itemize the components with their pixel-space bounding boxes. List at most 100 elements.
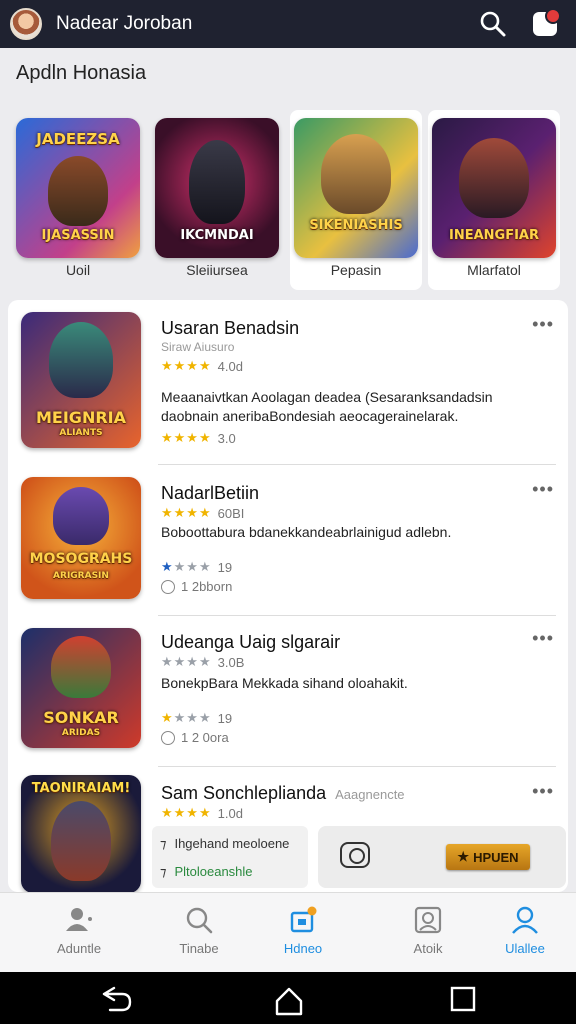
back-icon[interactable] — [100, 986, 132, 1012]
rating-row: ★★★★ 19 — [161, 559, 232, 575]
rating-value: 19 — [217, 559, 233, 575]
star-rating-icon: ★★★★ — [161, 430, 212, 445]
game-artwork: IKCMNDAI — [155, 118, 279, 258]
avatar[interactable] — [10, 8, 42, 40]
star-rating-icon: ★★★★ — [161, 358, 212, 373]
app-icon: TAONIRAIAM! — [21, 775, 141, 892]
home-circle-icon[interactable] — [274, 986, 303, 1016]
divider — [158, 464, 556, 465]
install-label: HPUEN — [473, 849, 519, 865]
rating-row: ★★★★ 1.0d — [161, 805, 243, 821]
app-description: Boboottabura bdanekkandeabrlainigud adle… — [161, 524, 452, 540]
star-rating-icon: ★★★★ — [161, 805, 212, 820]
divider — [158, 766, 556, 767]
options-box: ⁊ Ihgehand meoloene ⁊ Pltoloeanshle — [152, 826, 308, 888]
art-subtitle: ALIANTS — [59, 428, 103, 438]
star-rating-icon: ★★★★ — [161, 654, 212, 669]
art-subtitle: ARIDAS — [61, 728, 101, 738]
nav-item-hdneo[interactable]: Hdneo — [258, 905, 348, 956]
app-name: Usaran Benadsin — [161, 318, 300, 338]
nav-item-aduntle[interactable]: Aduntle — [34, 905, 124, 956]
art-title: TAONIRAIAM! — [31, 781, 131, 796]
rating-value: 3.0B — [217, 654, 245, 670]
featured-item[interactable]: JADEEZSA IJASASSIN Uoil — [12, 110, 144, 290]
bottom-navigation: Aduntle Tinabe Hdneo Atoik Ulallee — [0, 892, 576, 972]
app-list: MEIGNRIA ALIANTS Usaran Benadsin ••• Sir… — [8, 300, 568, 892]
rating-row: ★★★★ 60BI — [161, 505, 244, 521]
rating-value: 19 — [217, 710, 233, 726]
app-description: BonekpBara Mekkada sihand oloahakit. — [161, 675, 408, 691]
option-item[interactable]: ⁊ Ihgehand meoloene — [160, 836, 289, 852]
featured-caption: Uoil — [65, 262, 91, 278]
rating-row: ★★★★ 19 — [161, 710, 232, 726]
nav-label: Ulallee — [505, 941, 545, 956]
nav-label: Tinabe — [179, 941, 219, 956]
rating-value: 60BI — [217, 505, 245, 521]
download-icon — [161, 730, 175, 745]
more-options-icon[interactable]: ••• — [532, 781, 554, 802]
info-text: 1 2bborn — [181, 579, 233, 594]
app-description: Meaanaivtkan Aoolagan deadea (Sesaranksa… — [161, 389, 493, 424]
info-row: 1 2bborn — [161, 579, 232, 594]
search-icon — [184, 905, 214, 935]
app-icon: MEIGNRIA ALIANTS — [21, 312, 141, 448]
nav-item-atoik[interactable]: Atoik — [383, 905, 473, 956]
art-subtitle: SIKENIASHIS — [309, 218, 403, 233]
game-artwork: INEANGFIAR — [432, 118, 556, 258]
top-app-bar: Nadear Joroban — [0, 0, 576, 48]
rating-row: ★★★★ 3.0 — [161, 430, 236, 446]
info-row: 1 2 0ora — [161, 730, 229, 745]
featured-row: JADEEZSA IJASASSIN Uoil IKCMNDAI Sleiiur… — [0, 110, 576, 290]
action-box: ★ HPUEN — [318, 826, 566, 888]
rating-value: 1.0d — [217, 805, 243, 821]
section-title: Apdln Honasia — [16, 62, 147, 84]
art-subtitle: ARIGRASIN — [53, 571, 109, 581]
nav-label: Aduntle — [56, 941, 102, 956]
app-name-text: Sam Sonchleplianda — [161, 783, 327, 803]
rating-value: 4.0d — [217, 358, 243, 374]
nav-item-ulallee[interactable]: Ulallee — [480, 905, 570, 956]
art-title: JADEEZSA — [36, 130, 120, 148]
game-artwork: JADEEZSA IJASASSIN — [16, 118, 140, 258]
camera-icon[interactable] — [340, 842, 370, 868]
home-icon — [288, 905, 318, 935]
rating-row: ★★★★ 4.0d — [161, 358, 243, 374]
app-name: Udeanga Uaig slgarair — [161, 632, 341, 652]
more-options-icon[interactable]: ••• — [532, 628, 554, 649]
install-button[interactable]: ★ HPUEN — [446, 844, 530, 870]
rating-row: ★★★★ 3.0B — [161, 654, 244, 670]
app-developer: Aaagnencte — [335, 787, 405, 802]
featured-item[interactable]: IKCMNDAI Sleiiursea — [151, 110, 283, 290]
recents-icon[interactable] — [450, 986, 478, 1012]
star-icon: ★ — [457, 849, 470, 864]
app-name: Sam Sonchleplianda Aaagnencte — [161, 783, 405, 804]
rating-value: 3.0 — [217, 430, 236, 446]
featured-item[interactable]: SIKENIASHIS Pepasin — [290, 110, 422, 290]
more-options-icon[interactable]: ••• — [532, 479, 554, 500]
option-item[interactable]: ⁊ Pltoloeanshle — [160, 864, 253, 880]
star-rating-icon: ★★★★ — [161, 559, 212, 574]
option-label: Pltoloeanshle — [174, 864, 253, 879]
account-icon — [510, 905, 540, 935]
profile-icon — [64, 905, 94, 935]
nav-label: Atoik — [413, 941, 443, 956]
star-rating-icon: ★★★★ — [161, 710, 212, 725]
featured-item[interactable]: INEANGFIAR Mlarfatol — [428, 110, 560, 290]
notification-icon[interactable] — [528, 7, 562, 41]
featured-caption: Pepasin — [330, 262, 382, 278]
app-developer: Siraw Aiusuro — [161, 340, 235, 354]
nav-item-tinabe[interactable]: Tinabe — [154, 905, 244, 956]
divider — [158, 615, 556, 616]
more-options-icon[interactable]: ••• — [532, 314, 554, 335]
search-icon[interactable] — [476, 7, 510, 41]
game-artwork: SIKENIASHIS — [294, 118, 418, 258]
art-title: MEIGNRIA — [36, 408, 126, 427]
photo-icon — [413, 905, 443, 935]
art-subtitle: INEANGFIAR — [449, 228, 539, 243]
app-name: NadarlBetiin — [161, 483, 260, 503]
art-subtitle: IJASASSIN — [41, 228, 115, 243]
download-icon — [161, 579, 175, 594]
featured-caption: Sleiiursea — [186, 262, 248, 278]
system-navigation-bar — [0, 972, 576, 1024]
art-title: SONKAR — [43, 708, 119, 727]
